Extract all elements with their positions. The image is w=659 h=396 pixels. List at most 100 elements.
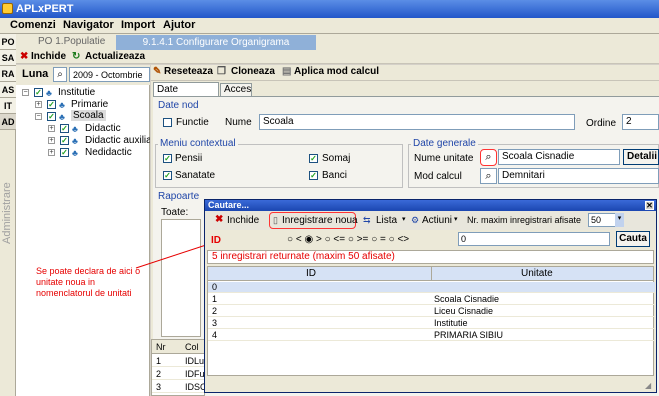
node-didactic-auxiliar-icon: ♣ <box>72 136 78 146</box>
dialog-close-x-icon: ✖ <box>215 214 224 225</box>
dialog-titlebar: Cautare... ✕ <box>205 200 656 211</box>
expand-nedidactic-icon[interactable]: + <box>48 149 55 156</box>
list-dropdown-icon[interactable]: ▾ <box>402 215 406 223</box>
op-le-radio[interactable]: ○ <box>325 234 331 245</box>
col-nr-header: Nr <box>156 342 166 352</box>
resize-grip-icon[interactable]: ◢ <box>645 381 654 390</box>
tree-item-didactic[interactable]: Didactic <box>85 123 121 134</box>
table-row[interactable]: 4 PRIMARIA SIBIU <box>208 330 655 341</box>
order-field[interactable]: 2 <box>622 114 659 130</box>
module-tab-it[interactable]: IT <box>0 98 16 114</box>
op-lt-radio[interactable]: ○ <box>287 234 293 245</box>
check-primarie[interactable]: ✓ <box>47 100 56 109</box>
tree-item-institutie[interactable]: Institutie <box>58 87 95 98</box>
tree-item-nedidactic[interactable]: Nedidactic <box>85 147 132 158</box>
tab-acces[interactable]: Acces <box>220 83 252 96</box>
banci-checkbox[interactable]: ✓ <box>309 171 318 180</box>
search-value-field[interactable]: 0 <box>458 232 610 246</box>
pensii-checkbox[interactable]: ✓ <box>163 154 172 163</box>
module-tab-po[interactable]: PO <box>0 34 16 50</box>
op-gt-radio[interactable]: ◉ <box>304 234 313 245</box>
function-checkbox[interactable] <box>163 118 172 127</box>
month-field[interactable]: 2009 - Octombrie <box>69 67 150 82</box>
close-button[interactable]: Inchide <box>31 50 66 64</box>
table-row[interactable]: 1 IDLu <box>152 356 204 367</box>
search-button[interactable]: Cauta <box>616 231 650 247</box>
tab-date-generale[interactable]: Date generale <box>153 82 219 108</box>
calc-search-icon[interactable]: ⌕ <box>480 168 497 184</box>
table-row[interactable]: 0 <box>208 282 655 293</box>
list-button[interactable]: Lista <box>376 215 397 226</box>
somaj-checkbox[interactable]: ✓ <box>309 154 318 163</box>
new-record-button[interactable]: Inregistrare noua <box>282 215 358 226</box>
expand-didactic-auxiliar-icon[interactable]: + <box>48 137 55 144</box>
table-row[interactable]: 1 Scoala Cisnadie <box>208 294 655 305</box>
table-row[interactable]: 3 IDSC <box>152 382 207 393</box>
actions-icon: ⚙ <box>411 215 420 225</box>
tab-configurare-organigrama[interactable]: 9.1.4.1 Configurare Organigrama <box>116 35 316 50</box>
dialog-close-icon[interactable]: ✕ <box>645 201 654 210</box>
details-toolbar: ✎ Reseteaza ❐ Cloneaza ▤ Aplica mod calc… <box>151 65 659 81</box>
op-ne-radio[interactable]: ○ <box>389 234 395 245</box>
expand-didactic-icon[interactable]: + <box>48 125 55 132</box>
module-tab-as[interactable]: AS <box>0 82 16 98</box>
results-grid-header: ID Unitate <box>208 267 653 281</box>
actions-button[interactable]: Actiuni <box>422 215 452 226</box>
check-didactic-auxiliar[interactable]: ✓ <box>60 136 69 145</box>
results-grid: ID Unitate 0 1 Scoala Cisnadie 2 Liceu C… <box>207 266 655 376</box>
reset-icon: ✎ <box>153 66 162 77</box>
menu-import[interactable]: Import <box>121 19 155 31</box>
tab-populatie[interactable]: PO 1.Populatie <box>38 36 105 47</box>
rapoarte-title: Rapoarte <box>158 191 200 202</box>
tree-item-scoala[interactable]: Scoala <box>71 110 106 121</box>
unit-field[interactable]: Scoala Cisnadie <box>498 149 620 165</box>
node-institutie-icon: ♣ <box>46 88 52 98</box>
module-tab-ra[interactable]: RA <box>0 66 16 82</box>
actions-dropdown-icon[interactable]: ▾ <box>454 215 458 223</box>
order-label: Ordine <box>586 118 617 129</box>
table-row[interactable]: 3 Institutie <box>208 318 655 329</box>
reset-button[interactable]: Reseteaza <box>164 65 213 79</box>
col-unitate-header: Unitate <box>521 268 553 279</box>
expand-primarie-icon[interactable]: + <box>35 101 42 108</box>
clone-button[interactable]: Cloneaza <box>231 65 275 79</box>
menu-navigator[interactable]: Navigator <box>63 19 114 31</box>
row-id: 4 <box>212 330 218 340</box>
columns-grid-header: Nr Col <box>152 340 204 354</box>
calc-field[interactable]: Demnitari <box>498 168 659 184</box>
menu-comenzi[interactable]: Comenzi <box>10 19 56 31</box>
menu-ajutor[interactable]: Ajutor <box>163 19 195 31</box>
expand-scoala-icon[interactable]: − <box>35 113 42 120</box>
expand-institutie-icon[interactable]: − <box>22 89 29 96</box>
row-col: IDLu <box>185 356 205 366</box>
sanatate-checkbox[interactable]: ✓ <box>163 171 172 180</box>
check-nedidactic[interactable]: ✓ <box>60 148 69 157</box>
check-institutie[interactable]: ✓ <box>34 88 43 97</box>
check-didactic[interactable]: ✓ <box>60 124 69 133</box>
tree-item-didactic-auxiliar[interactable]: Didactic auxiliar <box>85 135 150 146</box>
table-row[interactable]: 2 Liceu Cisnadie <box>208 306 655 317</box>
tree-item-primarie[interactable]: Primarie <box>71 99 108 110</box>
op-eq-radio[interactable]: ○ <box>371 234 377 245</box>
unit-search-icon[interactable]: ⌕ <box>480 149 497 166</box>
row-id: 1 <box>212 294 218 304</box>
op-gt-label: > <box>315 234 322 245</box>
apply-button[interactable]: Aplica mod calcul <box>294 65 379 79</box>
op-ge-radio[interactable]: ○ <box>348 234 354 245</box>
name-field[interactable]: Scoala <box>259 114 575 130</box>
details-button[interactable]: Detalii <box>623 149 659 165</box>
month-search-icon[interactable]: ⌕ <box>53 67 67 82</box>
module-tab-ad[interactable]: AD <box>0 114 16 130</box>
refresh-button[interactable]: Actualizeaza <box>85 50 145 64</box>
rapoarte-list[interactable] <box>161 219 201 337</box>
filter-field-label: ID <box>211 235 221 246</box>
table-row[interactable]: 2 IDFu <box>152 369 205 380</box>
check-scoala[interactable]: ✓ <box>47 112 56 121</box>
module-tab-sa[interactable]: SA <box>0 50 16 66</box>
dialog-close-button[interactable]: Inchide <box>227 215 259 226</box>
window-title: APLxPERT <box>16 3 74 15</box>
max-records-dropdown-icon[interactable]: ▾ <box>615 213 624 227</box>
dialog-title: Cautare... <box>208 200 250 210</box>
menu-bar: Comenzi Navigator Import Ajutor <box>0 18 659 34</box>
organigram-panel: Luna ⌕ 2009 - Octombrie − ✓ ♣ Institutie… <box>16 65 150 396</box>
